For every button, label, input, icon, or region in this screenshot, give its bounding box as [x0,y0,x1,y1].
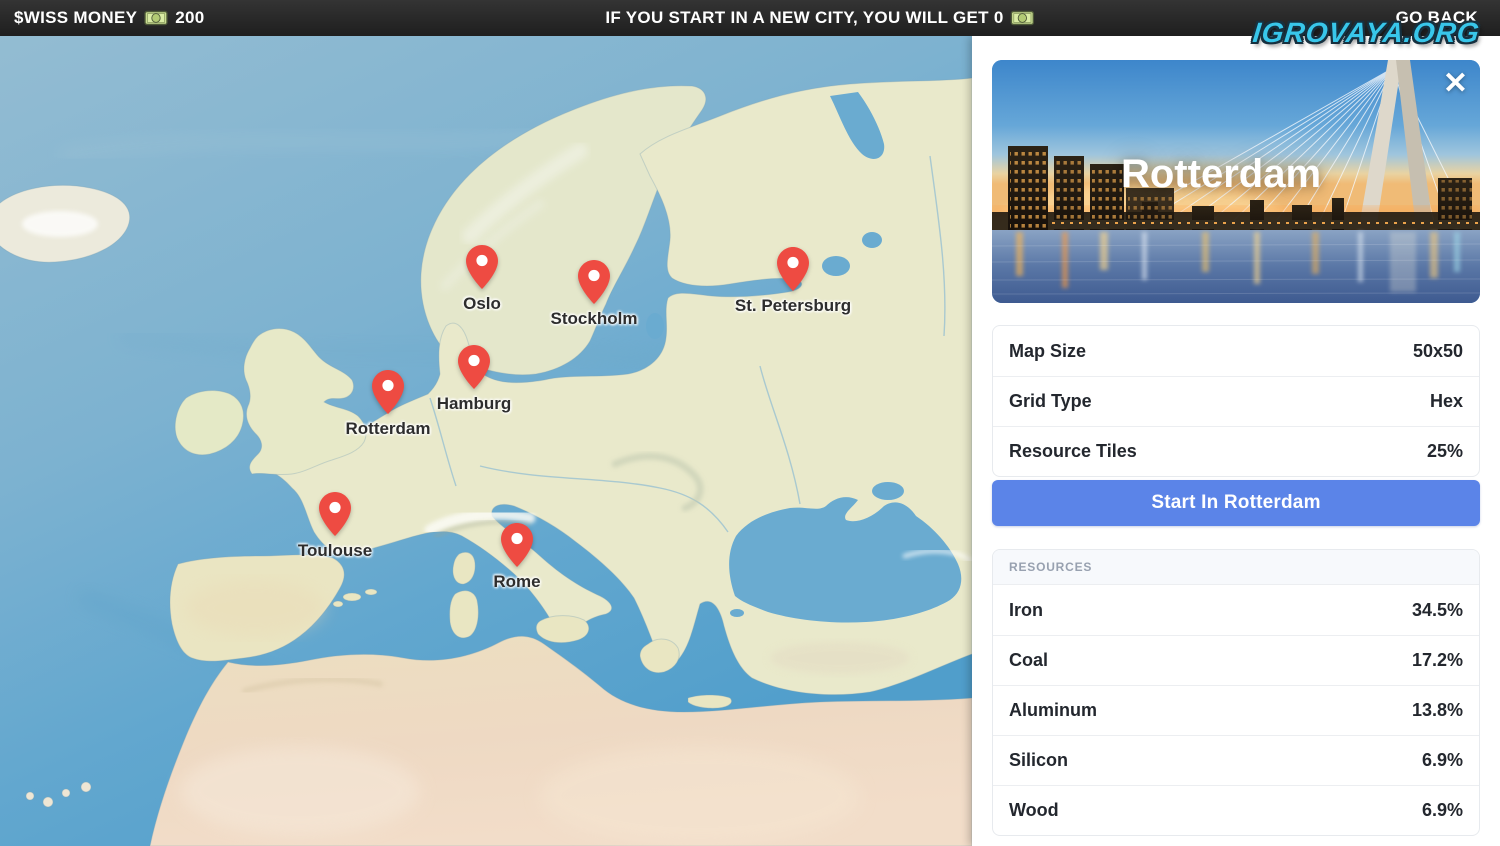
info-card: Map Size 50x50 Grid Type Hex Resource Ti… [992,325,1480,477]
stat-value: 25% [1427,441,1463,462]
stat-row: Wood 6.9% [993,785,1479,835]
stat-row: Resource Tiles 25% [993,426,1479,476]
stat-row: Map Size 50x50 [993,326,1479,376]
map-pin-icon[interactable] [372,370,404,414]
stat-label: Aluminum [1009,700,1097,721]
stat-row: Iron 34.5% [993,585,1479,635]
stat-value: 6.9% [1422,750,1463,771]
stat-value: 13.8% [1412,700,1463,721]
stat-value: 17.2% [1412,650,1463,671]
city-panel: Rotterdam ✕ Map Size 50x50 Grid Type Hex… [972,36,1500,846]
stat-value: 50x50 [1413,341,1463,362]
city-marker-label: Hamburg [437,394,512,414]
city-name-title: Rotterdam [992,152,1450,197]
close-icon[interactable]: ✕ [1443,66,1468,102]
resources-header: RESOURCES [993,550,1479,585]
stat-row: Aluminum 13.8% [993,685,1479,735]
stat-label: Iron [1009,600,1043,621]
stat-label: Grid Type [1009,391,1092,412]
city-marker-label: Rome [493,572,540,592]
map-pin-icon[interactable] [578,260,610,304]
stat-label: Map Size [1009,341,1086,362]
city-photo-card: Rotterdam ✕ [992,60,1480,303]
money-icon [1011,10,1035,26]
map-pin-icon[interactable] [777,247,809,291]
city-marker-label: St. Petersburg [735,296,851,316]
new-city-message: IF YOU START IN A NEW CITY, YOU WILL GET… [605,0,1034,36]
money-icon [144,10,168,26]
start-in-city-button[interactable]: Start In Rotterdam [992,480,1480,526]
money-amount: 200 [175,8,204,28]
site-watermark: IGROVAYA.ORG [1252,17,1482,49]
map-pin-icon[interactable] [466,245,498,289]
stat-row: Silicon 6.9% [993,735,1479,785]
city-marker-label: Stockholm [551,309,638,329]
city-marker-label: Rotterdam [345,419,430,439]
map-pin-icon[interactable] [458,345,490,389]
stat-row: Grid Type Hex [993,376,1479,426]
resources-card: RESOURCES Iron 34.5% Coal 17.2% Aluminum… [992,549,1480,836]
stat-value: Hex [1430,391,1463,412]
stat-value: 6.9% [1422,800,1463,821]
europe-map[interactable]: Oslo Stockholm St. Petersburg Hamburg Ro… [0,36,972,846]
stat-label: Silicon [1009,750,1068,771]
stat-value: 34.5% [1412,600,1463,621]
stat-label: Resource Tiles [1009,441,1137,462]
stat-label: Coal [1009,650,1048,671]
money-label: $WISS MONEY [14,8,137,28]
stat-label: Wood [1009,800,1059,821]
map-pin-icon[interactable] [501,523,533,567]
map-terrain [0,36,972,846]
map-pin-icon[interactable] [319,492,351,536]
city-marker-label: Toulouse [298,541,372,561]
stat-row: Coal 17.2% [993,635,1479,685]
city-marker-label: Oslo [463,294,501,314]
money-status: $WISS MONEY 200 [14,0,205,36]
